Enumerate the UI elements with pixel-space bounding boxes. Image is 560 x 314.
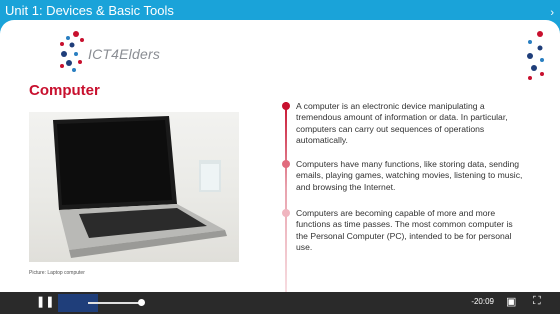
laptop-icon [53,116,227,258]
bullet-text: Computers have many functions, like stor… [296,159,523,192]
photo-caption: Picture: Laptop computer [29,270,85,276]
timeline-dot [282,102,290,110]
fullscreen-icon[interactable]: ⛶ [533,295,541,308]
timeline-dot [282,209,290,217]
decorative-dots-icon [527,31,544,80]
time-remaining: -20:09 [471,297,494,306]
logo-text: ICT4Elders [88,46,161,62]
laptop-photo [29,112,239,262]
timeline-line [285,102,287,292]
ict4elders-logo-icon [60,31,84,72]
slide-content: ICT4Elders Computer Picture: Laptop comp… [0,20,560,292]
slide-title: Computer [29,82,100,99]
unit-title: Unit 1: Devices & Basic Tools [5,3,174,18]
video-header: Unit 1: Devices & Basic Tools › [0,0,560,20]
video-controls: ❚❚ 🔊 -20:09 ▣ ⛶ [0,292,560,314]
timeline-dot [282,160,290,168]
bullet-text: Computers are becoming capable of more a… [296,208,513,253]
progress-bar[interactable] [88,302,140,304]
bullet-text: A computer is an electronic device manip… [296,101,508,146]
pause-icon[interactable]: ❚❚ [36,295,54,308]
picture-in-picture-icon[interactable]: ▣ [506,295,516,308]
chevron-right-icon[interactable]: › [550,5,554,21]
progress-knob[interactable] [138,299,145,306]
